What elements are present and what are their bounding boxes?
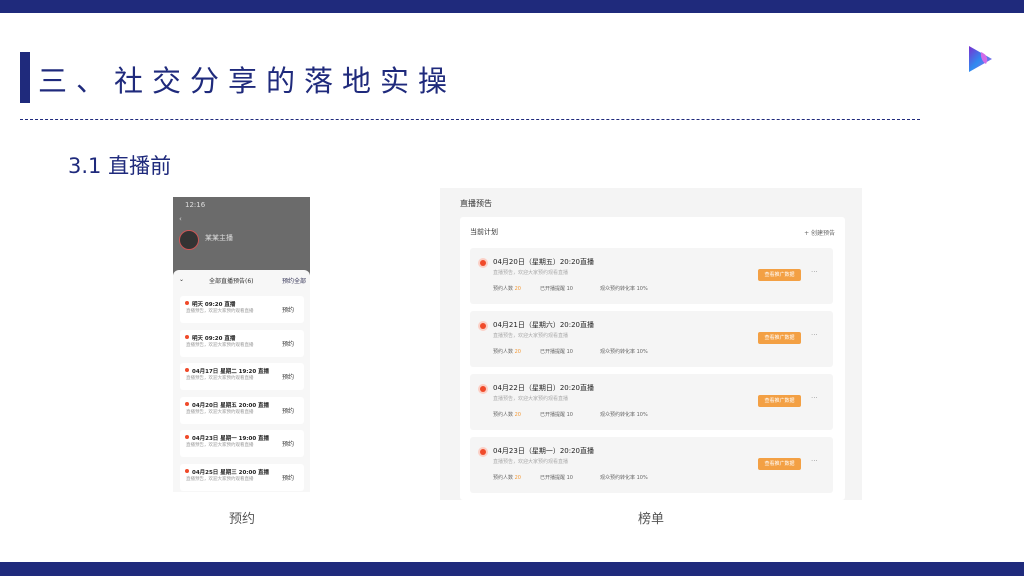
caption-list: 榜单 (638, 512, 665, 527)
card-title: 明天 09:20 直播 (192, 335, 236, 342)
anchor-name: 某某主播 (205, 234, 233, 242)
card-desc: 直播预告，欢迎大家预约观看直播 (186, 443, 254, 448)
caption-reserve: 预约 (229, 512, 256, 527)
reserve-button[interactable]: 预约 (282, 372, 294, 381)
view-promo-data-button[interactable]: 查看推广数据 (758, 458, 801, 470)
plan-item: 04月21日（星期六）20:20直播 直播预告，欢迎大家预约观看直播 预约人数 … (470, 311, 833, 367)
plan-item: 04月23日（星期一）20:20直播 直播预告，欢迎大家预约观看直播 预约人数 … (470, 437, 833, 493)
preview-card: 04月23日 星期一 19:00 直播 直播预告，欢迎大家预约观看直播 预约 (180, 430, 304, 457)
more-icon[interactable]: ··· (811, 394, 818, 402)
collapse-icon[interactable]: ⌄ (179, 276, 184, 283)
card-title: 04月17日 星期二 19:20 直播 (192, 369, 270, 375)
preview-card: 04月25日 星期三 20:00 直播 直播预告，欢迎大家预约观看直播 预约 (180, 463, 304, 491)
card-desc: 直播预告，欢迎大家预约观看直播 (186, 309, 254, 314)
live-icon (480, 260, 486, 266)
avatar (179, 230, 199, 250)
card-desc: 直播预告，欢迎大家预约观看直播 (186, 376, 254, 381)
reserve-button[interactable]: 预约 (282, 406, 294, 415)
preview-card: 明天 09:20 直播 直播预告，欢迎大家预约观看直播 预约 (180, 296, 304, 323)
plan-desc: 直播预告，欢迎大家预约观看直播 (493, 459, 569, 465)
stat-reminders: 已开播提醒 10 (540, 412, 573, 418)
preview-sheet: ⌄ 全部直播预告(6) 预约全部 明天 09:20 直播 直播预告，欢迎大家预约… (173, 270, 310, 492)
plan-desc: 直播预告，欢迎大家预约观看直播 (493, 396, 569, 402)
profile-header: 12:16 ‹ 某某主播 (173, 197, 310, 277)
stat-conversion: 观众预约转化率 10% (600, 412, 648, 418)
card-title: 04月23日 星期一 19:00 直播 (192, 436, 270, 442)
preview-card: 明天 09:20 直播 直播预告，欢迎大家预约观看直播 预约 (180, 329, 304, 357)
panel-title: 直播预告 (460, 199, 492, 208)
stat-reservations: 预约人数 20 (493, 475, 521, 481)
reserve-all-link[interactable]: 预约全部 (282, 276, 306, 285)
card-title: 04月20日 星期五 20:00 直播 (192, 402, 270, 409)
section-title: 当前计划 (470, 228, 498, 236)
sheet-title: 全部直播预告(6) (209, 278, 254, 285)
plan-title: 04月23日（星期一）20:20直播 (493, 447, 594, 455)
stat-reservations: 预约人数 20 (493, 286, 521, 292)
plan-item: 04月22日（星期日）20:20直播 直播预告，欢迎大家预约观看直播 预约人数 … (470, 374, 833, 430)
status-time: 12:16 (185, 201, 206, 209)
view-promo-data-button[interactable]: 查看推广数据 (758, 395, 801, 407)
plan-title: 04月22日（星期日）20:20直播 (493, 384, 594, 392)
card-desc: 直播预告，欢迎大家预约观看直播 (186, 409, 254, 415)
card-desc: 直播预告，欢迎大家预约观看直播 (186, 476, 254, 482)
preview-card: 04月17日 星期二 19:20 直播 直播预告，欢迎大家预约观看直播 预约 (180, 363, 304, 390)
bottom-bar (0, 562, 1024, 576)
more-icon[interactable]: ··· (811, 457, 818, 465)
live-preview-panel: 直播预告 当前计划 + 创建预告 04月20日（星期五）20:20直播 直播预告… (440, 188, 862, 500)
divider (20, 119, 920, 120)
plan-desc: 直播预告，欢迎大家预约观看直播 (493, 333, 569, 339)
top-bar (0, 0, 1024, 13)
reserve-button[interactable]: 预约 (282, 439, 294, 448)
live-icon (185, 401, 189, 406)
more-icon[interactable]: ··· (811, 268, 818, 276)
stat-reminders: 已开播提醒 10 (540, 349, 573, 355)
live-icon (185, 468, 189, 473)
live-icon (185, 368, 189, 372)
create-preview-link[interactable]: + 创建预告 (804, 228, 835, 237)
title-accent-bar (20, 52, 30, 103)
stat-reservations: 预约人数 20 (493, 412, 521, 418)
plan-item: 04月20日（星期五）20:20直播 直播预告，欢迎大家预约观看直播 预约人数 … (470, 248, 833, 304)
plan-title: 04月21日（星期六）20:20直播 (493, 321, 594, 329)
reserve-button[interactable]: 预约 (282, 305, 294, 314)
stat-reservations: 预约人数 20 (493, 349, 521, 355)
live-icon (480, 323, 486, 329)
live-icon (480, 386, 486, 392)
stat-conversion: 观众预约转化率 10% (600, 349, 648, 355)
back-icon[interactable]: ‹ (179, 215, 182, 223)
preview-card: 04月20日 星期五 20:00 直播 直播预告，欢迎大家预约观看直播 预约 (180, 396, 304, 424)
plan-title: 04月20日（星期五）20:20直播 (493, 258, 594, 266)
reserve-button[interactable]: 预约 (282, 339, 294, 348)
card-desc: 直播预告，欢迎大家预约观看直播 (186, 342, 254, 348)
logo-icon (966, 44, 994, 78)
stat-reminders: 已开播提醒 10 (540, 286, 573, 292)
card-title: 明天 09:20 直播 (192, 302, 236, 308)
live-icon (185, 301, 189, 305)
reserve-button[interactable]: 预约 (282, 473, 294, 482)
section-subtitle: 3.1 直播前 (68, 154, 172, 178)
card-title: 04月25日 星期三 20:00 直播 (192, 469, 270, 476)
live-icon (185, 334, 189, 339)
phone-screenshot: 12:16 ‹ 某某主播 ⌄ 全部直播预告(6) 预约全部 明天 09:20 直… (173, 197, 310, 492)
live-icon (480, 449, 486, 455)
stat-conversion: 观众预约转化率 10% (600, 475, 648, 481)
view-promo-data-button[interactable]: 查看推广数据 (758, 332, 801, 344)
live-icon (185, 435, 189, 439)
more-icon[interactable]: ··· (811, 331, 818, 339)
plan-desc: 直播预告，欢迎大家预约观看直播 (493, 270, 569, 276)
stat-reminders: 已开播提醒 10 (540, 475, 573, 481)
stat-conversion: 观众预约转化率 10% (600, 286, 648, 292)
view-promo-data-button[interactable]: 查看推广数据 (758, 269, 801, 281)
slide-title: 三、社交分享的落地实操 (38, 64, 457, 98)
